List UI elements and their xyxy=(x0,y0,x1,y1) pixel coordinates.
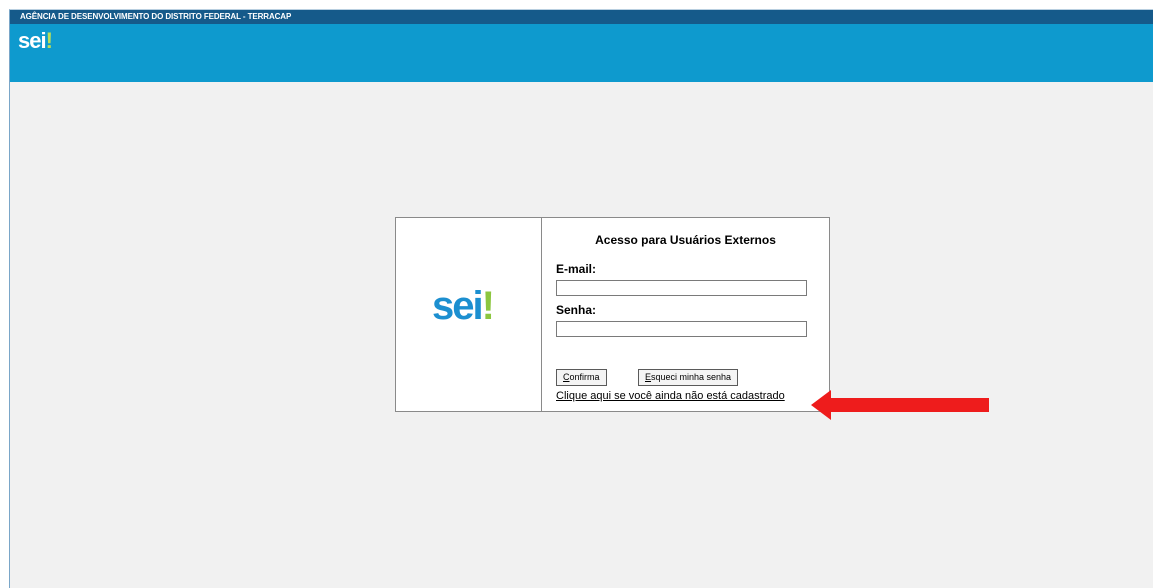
large-logo-excl: ! xyxy=(481,284,495,328)
email-label: E-mail: xyxy=(556,262,597,276)
sei-logo[interactable]: sei! xyxy=(18,28,53,54)
confirm-button[interactable]: Confirma xyxy=(556,369,607,386)
email-field[interactable] xyxy=(556,280,807,296)
login-title: Acesso para Usuários Externos xyxy=(595,233,776,247)
register-link[interactable]: Clique aqui se você ainda não está cadas… xyxy=(556,390,785,402)
agency-bar: AGÊNCIA DE DESENVOLVIMENTO DO DISTRITO F… xyxy=(10,10,1153,24)
sei-logo-text: sei xyxy=(18,28,47,53)
login-form: Acesso para Usuários Externos E-mail: Se… xyxy=(542,218,829,411)
password-label: Senha: xyxy=(556,303,597,317)
arrow-shape xyxy=(811,390,989,420)
forgot-label: squeci minha senha xyxy=(651,372,732,382)
login-box: sei! Acesso para Usuários Externos E-mai… xyxy=(395,217,830,412)
sei-large-logo: sei! xyxy=(432,284,495,328)
large-logo-text: sei xyxy=(432,284,484,328)
sei-logo-excl: ! xyxy=(45,28,53,53)
red-arrow-annotation xyxy=(811,390,989,420)
password-field[interactable] xyxy=(556,321,807,337)
agency-name: AGÊNCIA DE DESENVOLVIMENTO DO DISTRITO F… xyxy=(20,12,292,21)
login-logo-pane: sei! xyxy=(396,218,542,411)
header-banner: sei! xyxy=(10,24,1153,82)
confirm-label: onfirma xyxy=(569,372,600,382)
forgot-password-button[interactable]: Esqueci minha senha xyxy=(638,369,739,386)
